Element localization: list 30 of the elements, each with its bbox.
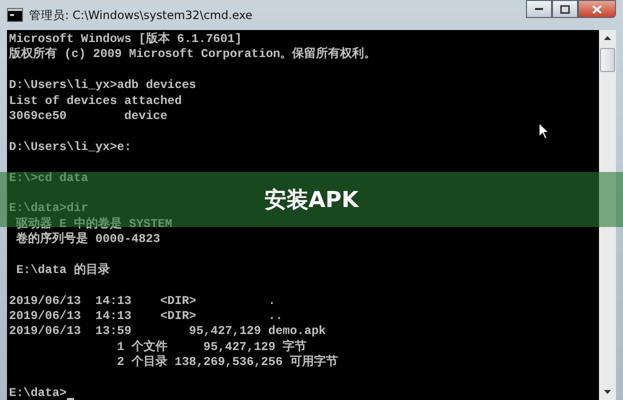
- console-line: 2019/06/13 14:13 <DIR> .: [9, 294, 276, 310]
- window-title: 管理员: C:\Windows\system32\cmd.exe: [29, 8, 254, 22]
- console-line: List of devices attached: [9, 94, 182, 109]
- console-line: 卷的序列号是 0000-4823: [15, 232, 160, 248]
- console-line: 版权所有 (c) 2009 Microsoft Corporation。保留所有权利。: [9, 47, 376, 63]
- mouse-pointer-icon: [538, 122, 550, 140]
- command-prompt: E:\data>: [9, 386, 67, 400]
- console-line: Microsoft Windows [版本 6.1.7601]: [9, 32, 242, 46]
- maximize-button[interactable]: [552, 0, 578, 18]
- console-line: 2 个目录 138,269,536,256 可用字节: [116, 355, 338, 371]
- maximize-icon: [560, 4, 570, 14]
- close-button[interactable]: [578, 0, 616, 18]
- scrollbar[interactable]: [599, 30, 616, 400]
- console-line: 3069ce50 device: [9, 108, 168, 124]
- console-line: D:\Users\li_yx>adb devices: [9, 78, 196, 94]
- minimize-icon: [534, 7, 544, 11]
- console-line: 2019/06/13 13:59 95,427,129 demo.apk: [9, 324, 326, 340]
- console-line: E:\data 的目录: [15, 262, 110, 278]
- close-icon: [592, 4, 602, 14]
- console-line: 驱动器 E 中的卷是 SYSTEM: [14, 216, 172, 232]
- banner-title: 安装APK: [264, 186, 359, 214]
- console-line: 1 个文件 95,427,129 字节: [116, 340, 307, 355]
- console-line: E:\>cd data: [9, 170, 88, 186]
- console-line: E:\data>dir: [9, 201, 88, 216]
- scroll-thumb[interactable]: [600, 48, 615, 72]
- console-line: 2019/06/13 14:13 <DIR> ..: [9, 309, 283, 324]
- terminal-icon: [7, 8, 23, 22]
- minimize-button[interactable]: [526, 0, 552, 18]
- console-line: D:\Users\li_yx>e:: [9, 140, 132, 156]
- text-cursor: [66, 398, 74, 400]
